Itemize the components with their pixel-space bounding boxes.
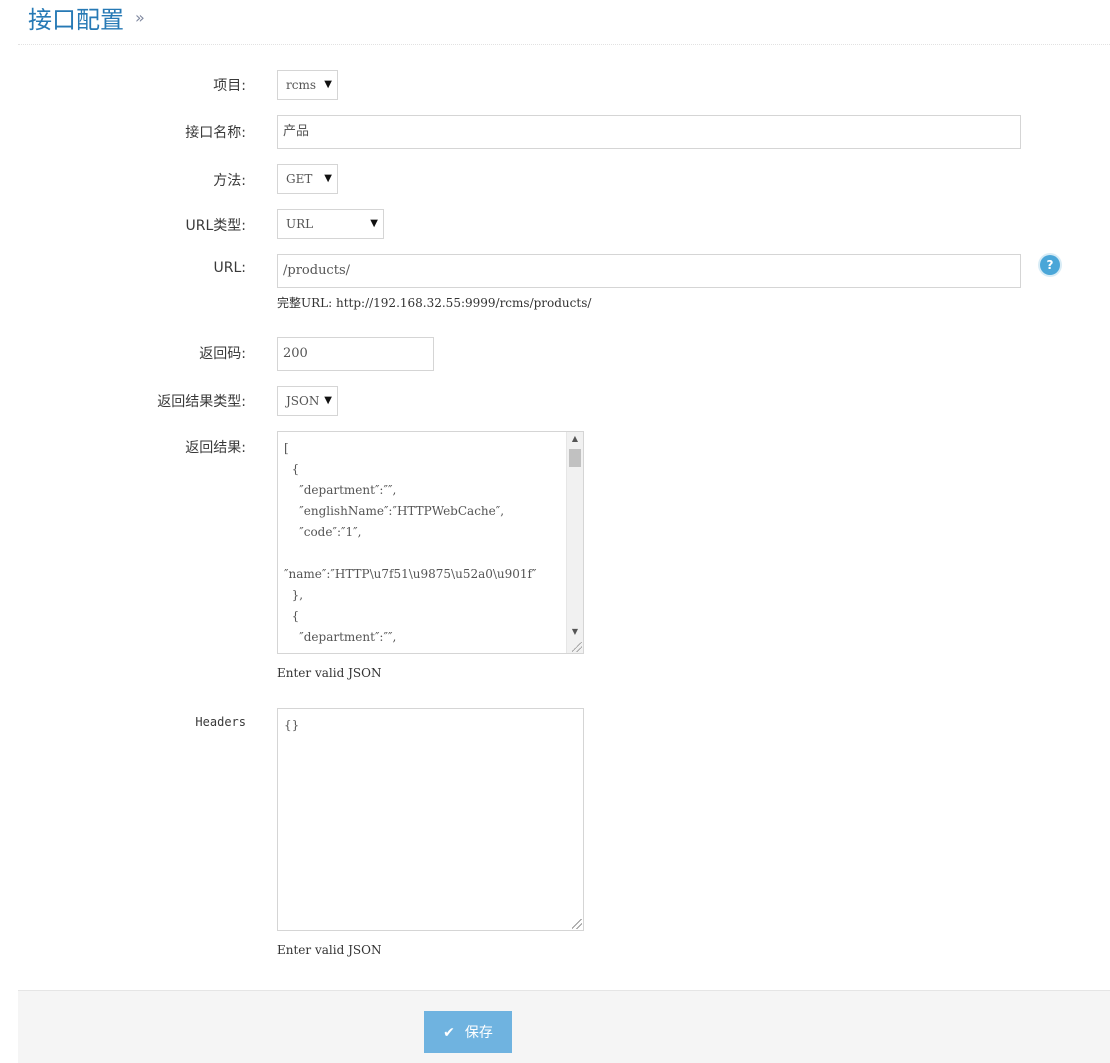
chevron-down-icon: ▼ (370, 218, 378, 229)
check-icon: ✔ (443, 1025, 455, 1041)
page-title: 接口配置 (28, 6, 124, 34)
project-select[interactable]: rcms ▼ (277, 70, 338, 100)
save-button[interactable]: ✔ 保存 (424, 1011, 512, 1053)
chevron-down-icon: ▼ (324, 173, 332, 184)
scroll-thumb[interactable] (569, 449, 581, 467)
chevron-down-icon: ▼ (324, 79, 332, 90)
question-icon[interactable]: ? (1040, 255, 1060, 275)
result-type-select[interactable]: JSON ▼ (277, 386, 338, 416)
url-label: URL: (213, 260, 247, 276)
status-code-label: 返回码: (199, 346, 246, 362)
scrollbar[interactable]: ▲ ▼ (566, 432, 583, 653)
result-textarea[interactable]: [ { ″department″:″″, ″englishName″:″HTTP… (277, 431, 584, 654)
result-label: 返回结果: (185, 440, 246, 456)
url-type-select-value: URL (286, 217, 314, 231)
page-header: 接口配置 » (18, 0, 1110, 45)
project-select-value: rcms (286, 78, 316, 92)
url-type-select[interactable]: URL ▼ (277, 209, 384, 239)
resize-handle-icon[interactable] (572, 642, 582, 652)
chevron-down-icon: ▼ (324, 395, 332, 406)
method-select-value: GET (286, 172, 313, 186)
full-url-help: 完整URL: http://192.168.32.55:9999/rcms/pr… (277, 296, 592, 310)
form-actions: ✔ 保存 (18, 990, 1110, 1063)
scroll-down-icon[interactable]: ▼ (567, 625, 583, 639)
result-hint: Enter valid JSON (277, 666, 382, 680)
api-name-input[interactable]: 产品 (277, 115, 1021, 149)
status-code-input[interactable]: 200 (277, 337, 434, 371)
scroll-up-icon[interactable]: ▲ (567, 432, 583, 446)
result-type-select-value: JSON (286, 394, 320, 408)
result-textarea-content: [ { ″department″:″″, ″englishName″:″HTTP… (284, 441, 537, 653)
method-label: 方法: (213, 173, 246, 189)
url-input[interactable]: /products/ (277, 254, 1021, 288)
headers-hint: Enter valid JSON (277, 943, 382, 957)
url-type-label: URL类型: (185, 218, 247, 234)
project-label: 项目: (213, 78, 246, 94)
headers-textarea[interactable]: {} (277, 708, 584, 931)
method-select[interactable]: GET ▼ (277, 164, 338, 194)
headers-textarea-content: {} (284, 718, 300, 732)
result-type-label: 返回结果类型: (157, 394, 246, 410)
headers-label: Headers (195, 715, 246, 729)
resize-handle-icon[interactable] (572, 919, 582, 929)
breadcrumb-separator: » (135, 8, 145, 27)
save-button-label: 保存 (464, 1025, 493, 1041)
api-name-label: 接口名称: (185, 125, 246, 141)
